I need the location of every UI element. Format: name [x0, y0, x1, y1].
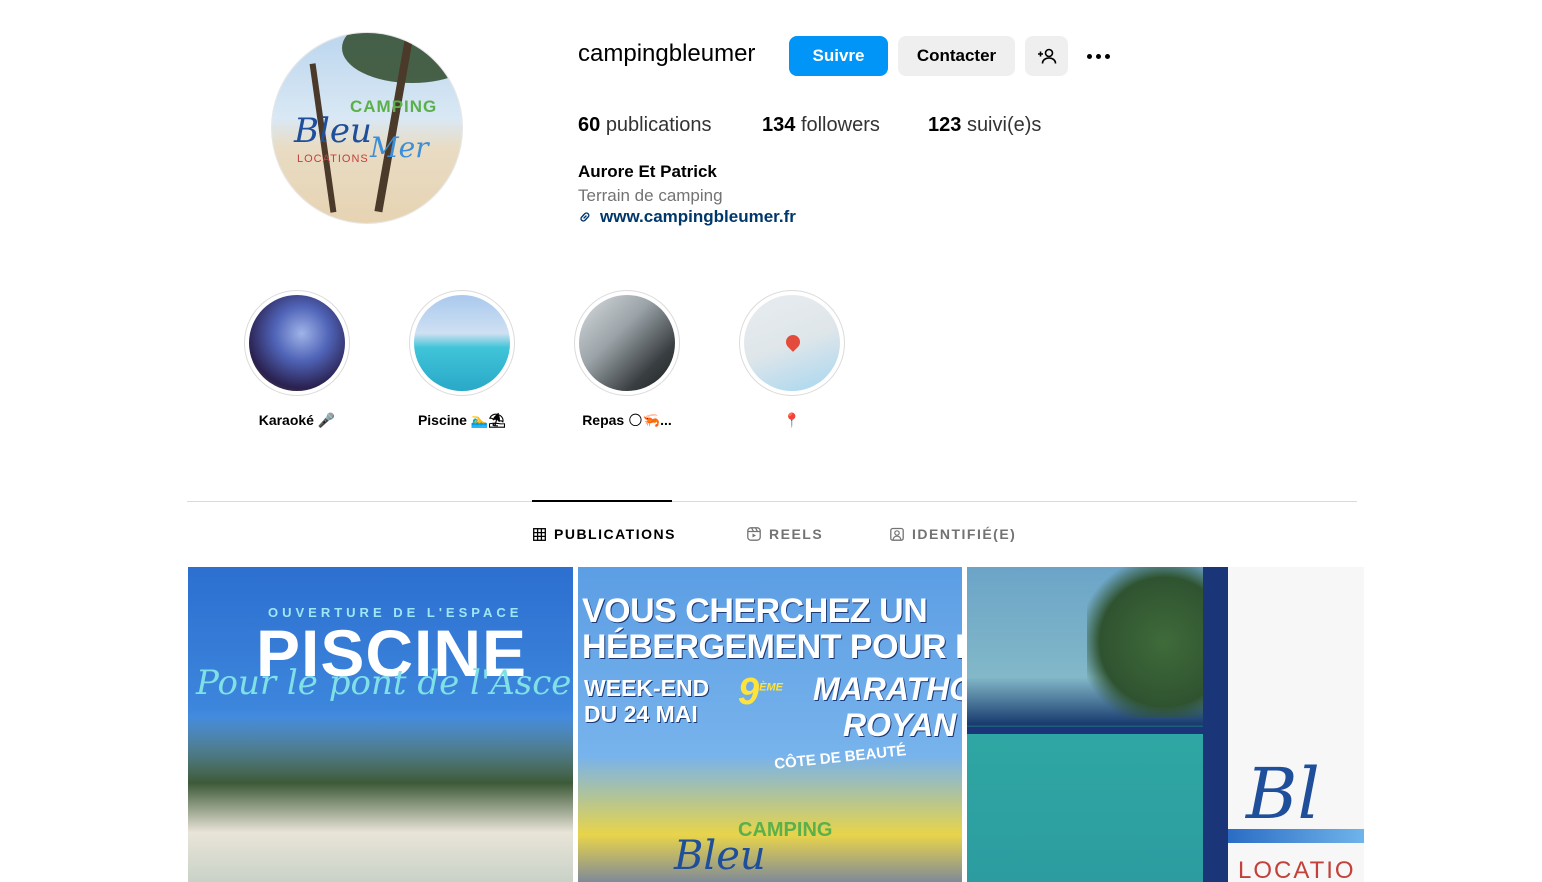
post-tile[interactable]: OUVERTURE DE L'ESPACE PISCINE Pour le po…	[188, 567, 573, 882]
post-text-ordinal: ÈME	[759, 681, 783, 694]
post-text-line: WEEK-END	[584, 675, 710, 701]
profile-website-link[interactable]: www.campingbleumer.fr	[578, 207, 796, 227]
highlight-ring	[409, 290, 515, 396]
post-text-number: 9	[738, 671, 760, 713]
highlight-label: Repas 🌕🦐...	[582, 412, 672, 428]
publications-stat: 60 publications	[578, 114, 711, 137]
highlight-piscine[interactable]: Piscine 🏊‍♂️⛱	[408, 290, 516, 429]
profile-username: campingbleumer	[578, 40, 756, 67]
highlight-location[interactable]: 📍	[738, 290, 846, 429]
post-logo-wave	[1228, 829, 1364, 843]
grid-icon	[533, 527, 546, 541]
tab-label: PUBLICATIONS	[554, 526, 676, 542]
highlight-repas[interactable]: Repas 🌕🦐...	[573, 290, 681, 429]
highlight-cover	[579, 295, 675, 391]
post-text-line: MARATHON	[813, 671, 962, 707]
highlight-label: Piscine 🏊‍♂️⛱	[417, 412, 507, 428]
followers-count: 134	[762, 114, 796, 136]
highlight-cover	[744, 295, 840, 391]
tab-label: IDENTIFIÉ(E)	[912, 526, 1017, 542]
post-text: WEEK-END DU 24 MAI	[584, 675, 709, 727]
avatar-logo-locations: LOCATIONS	[297, 153, 369, 165]
post-text-line: DU 24 MAI	[584, 701, 698, 727]
post-photo-border	[1203, 567, 1216, 882]
highlight-label: 📍	[783, 412, 801, 428]
post-text: 9ÈME	[738, 671, 783, 714]
followers-label: followers	[800, 114, 880, 136]
post-text-line: VOUS CHERCHEZ UN	[582, 592, 928, 630]
following-label: suivi(e)s	[966, 114, 1042, 136]
post-text: Pour le pont de l'Ascension	[196, 663, 573, 703]
highlight-label: Karaoké 🎤	[258, 412, 336, 428]
contact-button[interactable]: Contacter	[898, 36, 1015, 76]
tab-tagged[interactable]: IDENTIFIÉ(E)	[890, 526, 1016, 542]
post-text-line: ROYAN	[843, 707, 957, 743]
post-photo-garden	[188, 717, 573, 882]
map-pin-icon	[783, 332, 803, 352]
post-tile[interactable]: VOUS CHERCHEZ UN HÉBERGEMENT POUR LE WEE…	[578, 567, 962, 882]
highlight-karaoke[interactable]: Karaoké 🎤	[243, 290, 351, 429]
tab-reels[interactable]: REELS	[747, 526, 823, 542]
highlight-cover	[414, 295, 510, 391]
active-tab-indicator	[532, 500, 672, 502]
profile-full-name: Aurore Et Patrick	[578, 162, 717, 181]
avatar-image: CAMPING Bleu Mer LOCATIONS	[272, 33, 462, 223]
highlight-cover	[249, 295, 345, 391]
tagged-icon	[890, 527, 904, 541]
post-photo-border	[967, 727, 1203, 734]
reels-icon	[747, 527, 761, 541]
highlight-ring	[244, 290, 350, 396]
post-tile[interactable]	[967, 567, 1216, 882]
post-photo-cliff	[1087, 567, 1216, 717]
website-text: www.campingbleumer.fr	[600, 207, 796, 226]
follow-button[interactable]: Suivre	[789, 36, 888, 76]
post-text: Bleu	[674, 833, 766, 879]
following-stat[interactable]: 123 suivi(e)s	[928, 114, 1041, 137]
post-text: CÔTE DE BEAUTÉ	[773, 742, 908, 773]
profile-avatar[interactable]: CAMPING Bleu Mer LOCATIONS	[271, 32, 463, 224]
post-text-line: HÉBERGEMENT POUR LE	[582, 628, 962, 666]
avatar-logo-mer: Mer	[370, 131, 429, 164]
post-tile[interactable]: Bl LOCATIO	[1216, 567, 1364, 882]
tab-label: REELS	[769, 526, 824, 542]
avatar-logo-bleu: Bleu	[294, 111, 372, 151]
link-icon	[580, 212, 590, 222]
post-text: Bl	[1246, 753, 1320, 835]
tabs-divider	[187, 501, 1357, 502]
highlight-ring	[739, 290, 845, 396]
publications-count: 60	[578, 114, 601, 136]
post-text: MARATHON ROYAN	[813, 671, 962, 743]
post-text: VOUS CHERCHEZ UN HÉBERGEMENT POUR LE	[582, 593, 962, 665]
add-person-icon	[1037, 48, 1056, 64]
more-options-icon[interactable]	[1083, 42, 1113, 70]
profile-category: Terrain de camping	[578, 186, 723, 205]
highlight-ring	[574, 290, 680, 396]
suggested-accounts-button[interactable]	[1025, 36, 1068, 76]
tab-publications[interactable]: PUBLICATIONS	[533, 526, 676, 542]
followers-stat[interactable]: 134 followers	[762, 114, 880, 137]
publications-label: publications	[605, 114, 712, 136]
post-text: LOCATIO	[1238, 857, 1356, 882]
following-count: 123	[928, 114, 962, 136]
